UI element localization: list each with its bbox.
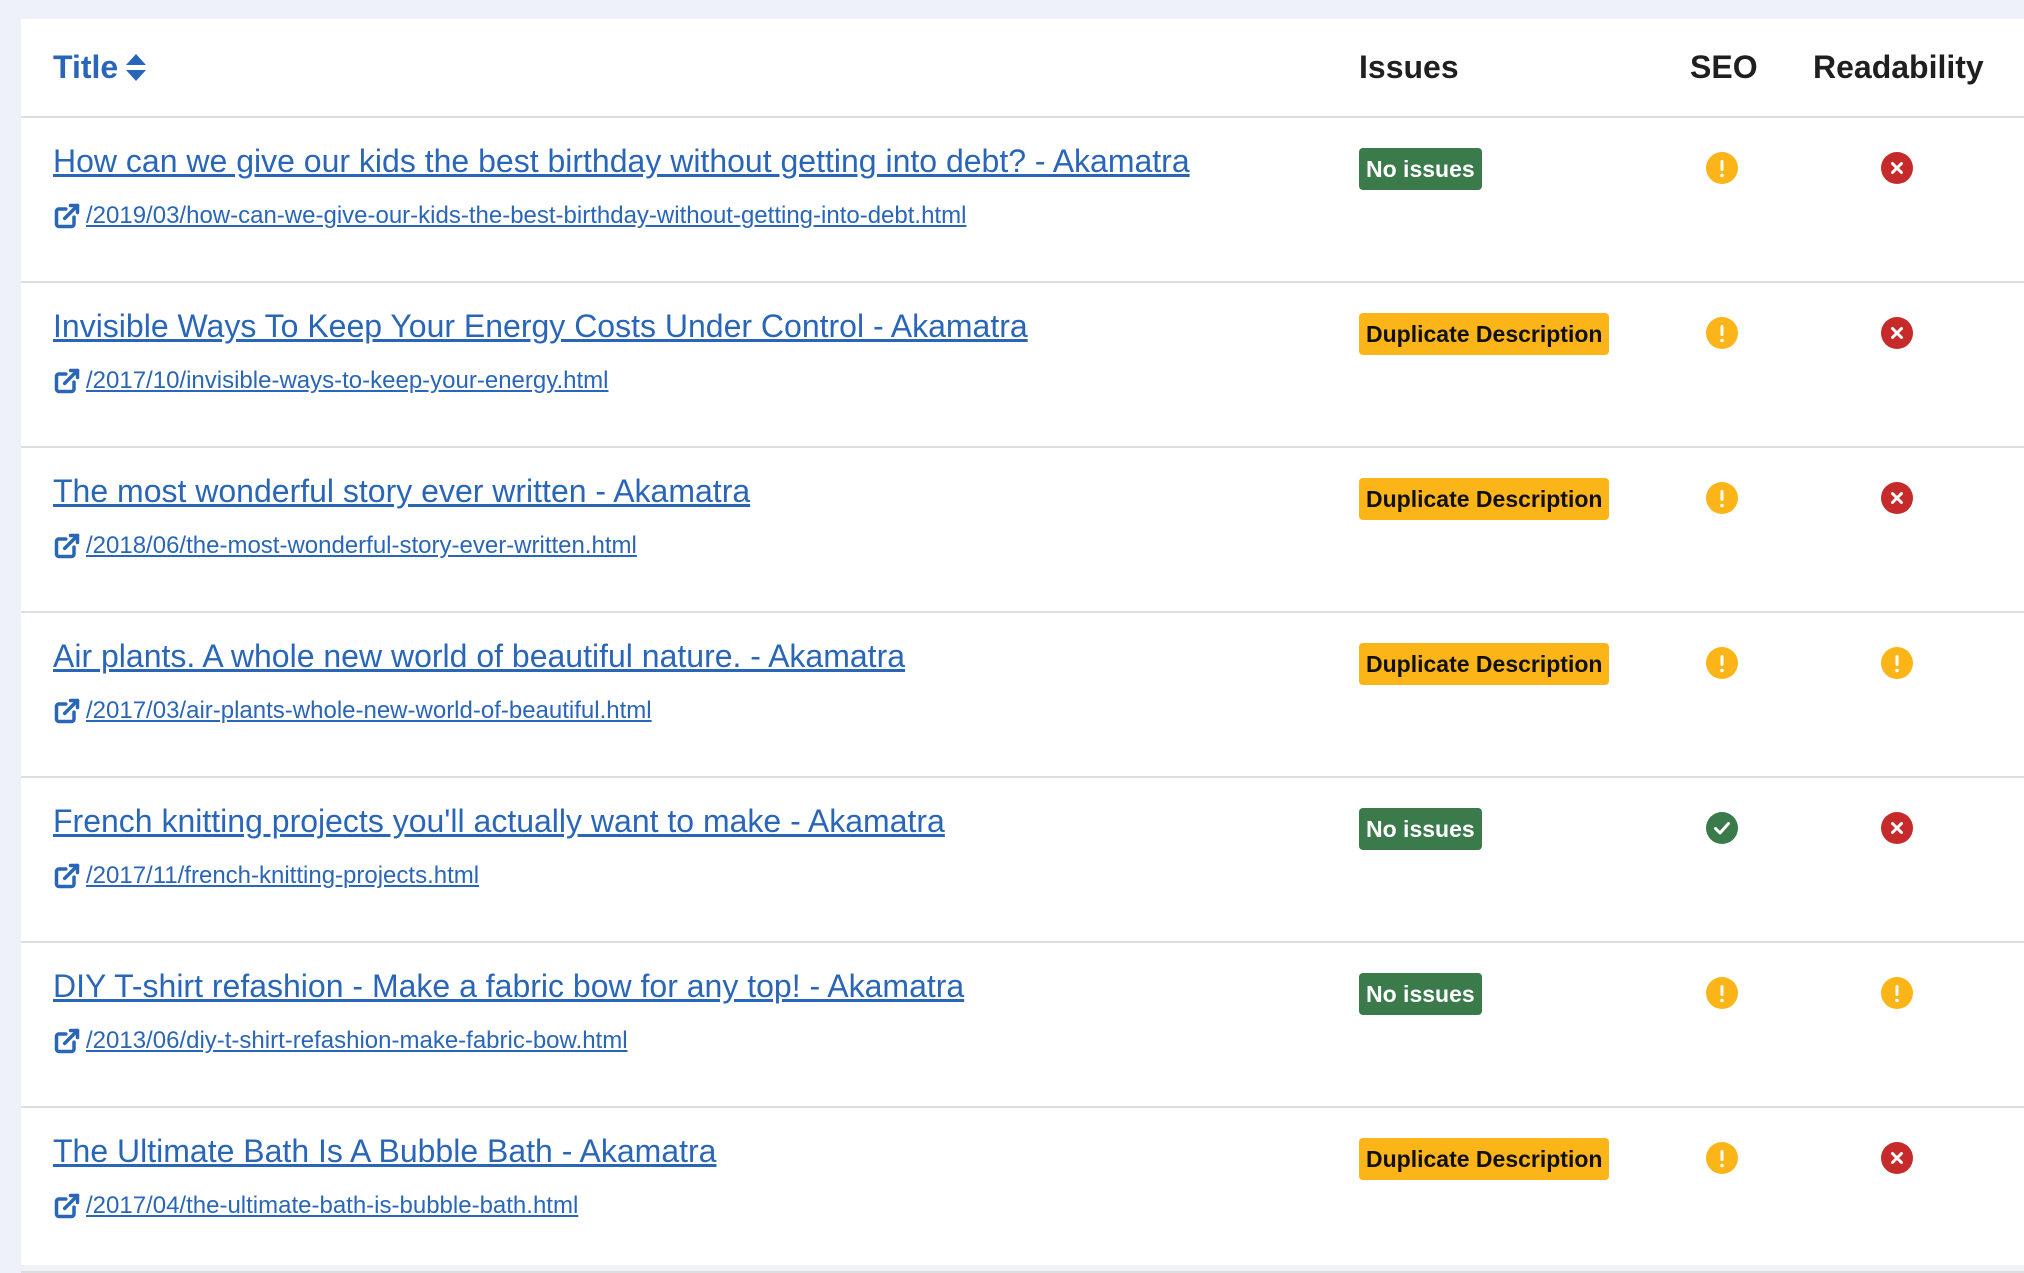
readability-bad-icon bbox=[1881, 482, 1913, 514]
page-title-link[interactable]: How can we give our kids the best birthd… bbox=[53, 143, 1190, 180]
table-row: How can we give our kids the best birthd… bbox=[21, 118, 2024, 283]
page-url: /2017/03/air-plants-whole-new-world-of-b… bbox=[86, 697, 652, 724]
page-url-link[interactable]: /2017/11/french-knitting-projects.html bbox=[53, 862, 479, 890]
page-url: /2013/06/diy-t-shirt-refashion-make-fabr… bbox=[86, 1027, 628, 1054]
external-link-icon bbox=[53, 862, 81, 890]
page-title-link[interactable]: The Ultimate Bath Is A Bubble Bath - Aka… bbox=[53, 1133, 716, 1170]
page-url: /2017/10/invisible-ways-to-keep-your-ene… bbox=[86, 367, 609, 394]
title-column-label: Title bbox=[53, 49, 119, 85]
page-url-link[interactable]: /2013/06/diy-t-shirt-refashion-make-fabr… bbox=[53, 1027, 628, 1055]
pages-table: Title Issues SEO Readability How can we … bbox=[21, 19, 2024, 1273]
readability-bad-icon bbox=[1881, 152, 1913, 184]
page-title-link[interactable]: Invisible Ways To Keep Your Energy Costs… bbox=[53, 308, 1028, 345]
seo-warning-icon bbox=[1706, 152, 1738, 184]
issues-badge: Duplicate Description bbox=[1359, 313, 1610, 355]
readability-warning-icon bbox=[1881, 647, 1913, 679]
issues-column-header: Issues bbox=[1359, 49, 1459, 85]
table-row: DIY T-shirt refashion - Make a fabric bo… bbox=[21, 943, 2024, 1108]
external-link-icon bbox=[53, 697, 81, 725]
issues-badge: No issues bbox=[1359, 148, 1482, 190]
page-url: /2018/06/the-most-wonderful-story-ever-w… bbox=[86, 532, 637, 559]
table-row: The most wonderful story ever written - … bbox=[21, 448, 2024, 613]
page-title-link[interactable]: DIY T-shirt refashion - Make a fabric bo… bbox=[53, 968, 964, 1005]
readability-warning-icon bbox=[1881, 977, 1913, 1009]
table-body: How can we give our kids the best birthd… bbox=[21, 118, 2024, 1273]
readability-bad-icon bbox=[1881, 812, 1913, 844]
issues-badge: Duplicate Description bbox=[1359, 643, 1610, 685]
external-link-icon bbox=[53, 367, 81, 395]
seo-warning-icon bbox=[1706, 317, 1738, 349]
page-title-link[interactable]: French knitting projects you'll actually… bbox=[53, 803, 945, 840]
seo-warning-icon bbox=[1706, 977, 1738, 1009]
issues-badge: Duplicate Description bbox=[1359, 478, 1610, 520]
sort-icon[interactable] bbox=[125, 53, 147, 83]
readability-bad-icon bbox=[1881, 1142, 1913, 1174]
seo-column-header: SEO bbox=[1690, 49, 1758, 85]
page-url-link[interactable]: /2018/06/the-most-wonderful-story-ever-w… bbox=[53, 532, 637, 560]
table-header: Title Issues SEO Readability bbox=[21, 19, 2024, 118]
page-url-link[interactable]: /2019/03/how-can-we-give-our-kids-the-be… bbox=[53, 202, 966, 230]
external-link-icon bbox=[53, 202, 81, 230]
issues-badge: No issues bbox=[1359, 973, 1482, 1015]
external-link-icon bbox=[53, 1027, 81, 1055]
seo-good-icon bbox=[1706, 812, 1738, 844]
page-url-link[interactable]: /2017/04/the-ultimate-bath-is-bubble-bat… bbox=[53, 1192, 578, 1220]
issues-badge: No issues bbox=[1359, 808, 1482, 850]
title-column-header[interactable]: Title bbox=[53, 19, 147, 116]
seo-warning-icon bbox=[1706, 482, 1738, 514]
table-row: Invisible Ways To Keep Your Energy Costs… bbox=[21, 283, 2024, 448]
table-row: French knitting projects you'll actually… bbox=[21, 778, 2024, 943]
page-title-link[interactable]: Air plants. A whole new world of beautif… bbox=[53, 638, 905, 675]
issues-badge: Duplicate Description bbox=[1359, 1138, 1610, 1180]
page-url: /2017/04/the-ultimate-bath-is-bubble-bat… bbox=[86, 1192, 579, 1219]
external-link-icon bbox=[53, 532, 81, 560]
readability-bad-icon bbox=[1881, 317, 1913, 349]
page-url: /2017/11/french-knitting-projects.html bbox=[86, 862, 480, 889]
seo-warning-icon bbox=[1706, 647, 1738, 679]
page-title-link[interactable]: The most wonderful story ever written - … bbox=[53, 473, 750, 510]
page-url-link[interactable]: /2017/10/invisible-ways-to-keep-your-ene… bbox=[53, 367, 608, 395]
seo-warning-icon bbox=[1706, 1142, 1738, 1174]
page-url: /2019/03/how-can-we-give-our-kids-the-be… bbox=[86, 202, 967, 229]
table-row: The Ultimate Bath Is A Bubble Bath - Aka… bbox=[21, 1108, 2024, 1273]
page-url-link[interactable]: /2017/03/air-plants-whole-new-world-of-b… bbox=[53, 697, 652, 725]
readability-column-header: Readability bbox=[1813, 49, 1984, 85]
table-row: Air plants. A whole new world of beautif… bbox=[21, 613, 2024, 778]
external-link-icon bbox=[53, 1192, 81, 1220]
